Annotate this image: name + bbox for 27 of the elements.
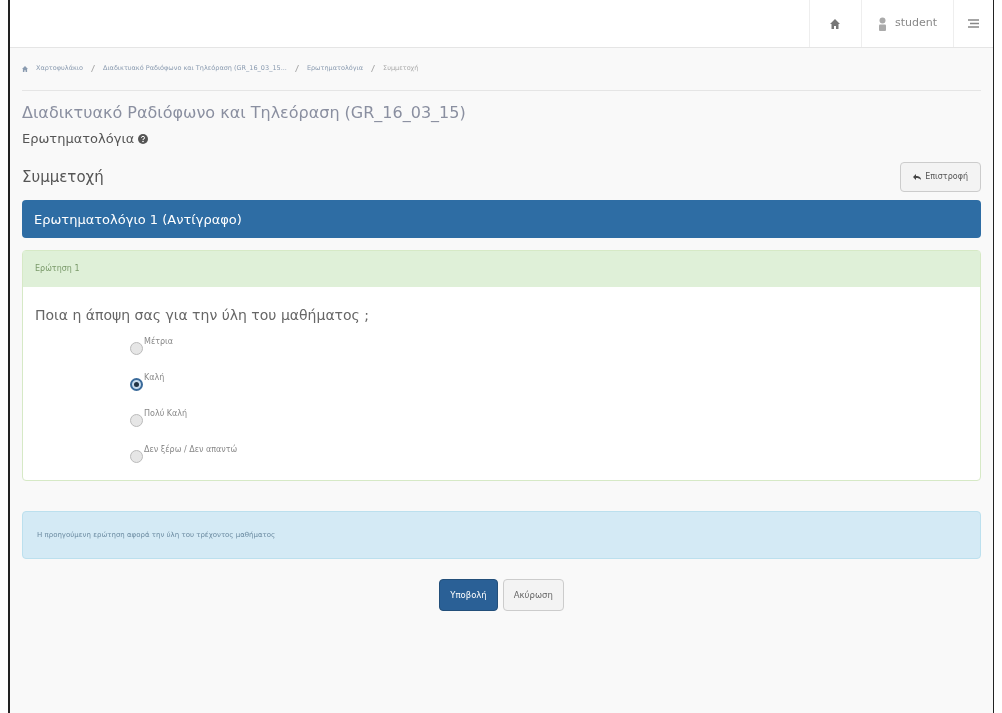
back-button[interactable]: Επιστροφή bbox=[900, 162, 981, 193]
submit-button[interactable]: Υποβολή bbox=[439, 579, 498, 612]
help-icon[interactable] bbox=[138, 133, 149, 144]
breadcrumb-separator-icon bbox=[371, 65, 376, 73]
radio-button[interactable] bbox=[130, 414, 143, 428]
question-text: Ποια η άποψη σας για την ύλη του μαθήματος ; bbox=[35, 306, 370, 326]
radio-button[interactable] bbox=[130, 450, 143, 464]
course-title: Διαδικτυακό Ραδιόφωνο και Τηλεόραση (GR_16_03_15) bbox=[22, 101, 467, 124]
option-label: Καλή bbox=[144, 372, 165, 385]
breadcrumb-separator-icon bbox=[90, 65, 95, 73]
menu-icon bbox=[968, 19, 979, 28]
option-label: Πολύ Καλή bbox=[144, 408, 188, 421]
option-label: Μέτρια bbox=[144, 336, 174, 349]
radio-button[interactable] bbox=[130, 378, 143, 392]
poll-title-bar: Ερωτηματολόγιο 1 (Αντίγραφο) bbox=[22, 200, 981, 239]
home-icon bbox=[22, 65, 28, 72]
user-icon bbox=[877, 16, 887, 31]
radio-button[interactable] bbox=[130, 342, 143, 356]
question-heading: Ερώτηση 1 bbox=[23, 251, 980, 288]
option-label: Δεν ξέρω / Δεν απαντώ bbox=[144, 444, 238, 457]
user-menu[interactable]: student bbox=[860, 0, 953, 47]
module-title: Ερωτηματολόγια bbox=[22, 129, 135, 148]
breadcrumb-separator-icon bbox=[294, 65, 299, 73]
reply-icon bbox=[913, 174, 922, 181]
cancel-button[interactable]: Ακύρωση bbox=[502, 579, 564, 612]
home-icon bbox=[830, 18, 841, 29]
section-title: Συμμετοχή bbox=[22, 167, 104, 188]
